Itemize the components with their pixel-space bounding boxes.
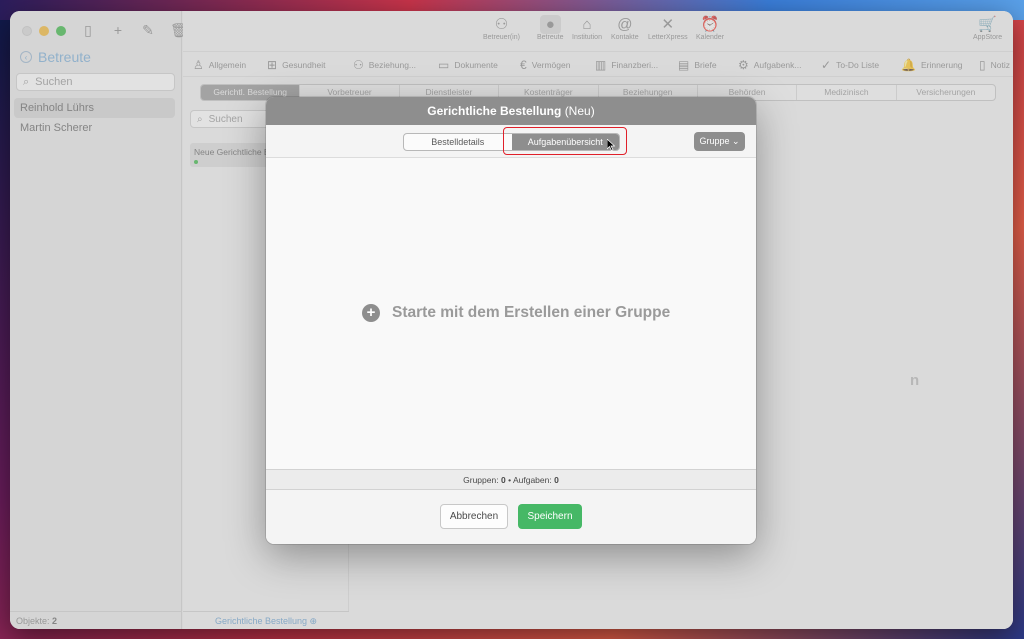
- tasks-label: Aufgaben:: [512, 475, 552, 485]
- dialog-status-bar: Gruppen: 0 • Aufgaben: 0: [266, 469, 756, 490]
- dialog-tabbar: Bestelldetails Aufgabenübersicht Gruppe …: [266, 125, 756, 158]
- dialog-actions: Abbrechen Speichern: [266, 490, 756, 544]
- dialog-title: Gerichtliche Bestellung (Neu): [266, 97, 756, 125]
- modal-dialog: Gerichtliche Bestellung (Neu) Bestelldet…: [266, 97, 756, 544]
- save-button[interactable]: Speichern: [518, 504, 582, 529]
- groups-label: Gruppen:: [463, 475, 499, 485]
- chevron-down-icon: ⌄: [732, 136, 740, 146]
- cancel-button[interactable]: Abbrechen: [440, 504, 508, 529]
- dialog-title-suffix: (Neu): [564, 104, 595, 118]
- group-button-label: Gruppe: [699, 136, 730, 146]
- status-separator: •: [508, 475, 512, 485]
- dialog-content: + Starte mit dem Erstellen einer Gruppe: [266, 158, 756, 469]
- add-group-icon[interactable]: +: [362, 304, 380, 322]
- tasks-count: 0: [554, 475, 559, 485]
- dialog-title-text: Gerichtliche Bestellung: [427, 104, 562, 118]
- groups-count: 0: [500, 475, 506, 485]
- group-dropdown-button[interactable]: Gruppe ⌄: [694, 132, 745, 151]
- tab-bestelldetails[interactable]: Bestelldetails: [404, 134, 512, 150]
- empty-state-text: Starte mit dem Erstellen einer Gruppe: [392, 304, 671, 321]
- mouse-cursor-icon: [607, 139, 615, 151]
- empty-state[interactable]: + Starte mit dem Erstellen einer Gruppe: [362, 304, 670, 322]
